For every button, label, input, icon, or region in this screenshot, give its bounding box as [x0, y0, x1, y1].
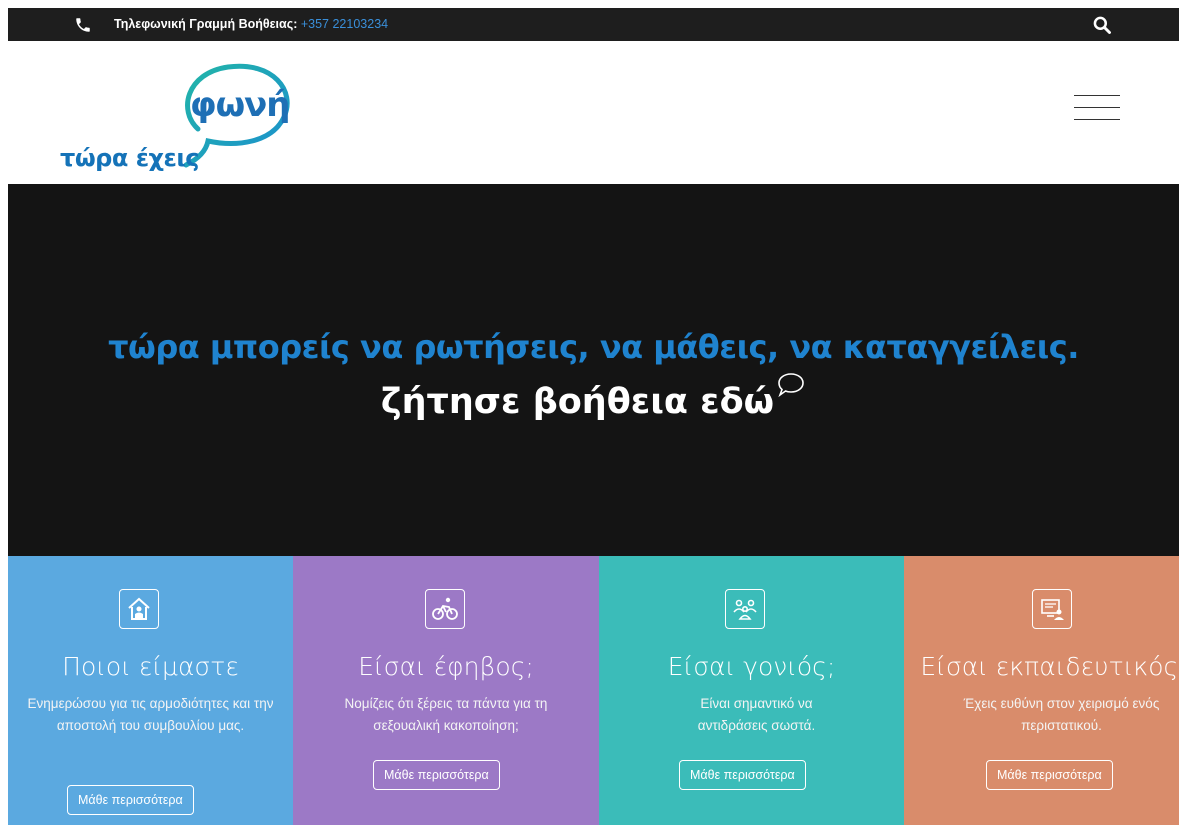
site-header: φωνή τώρα έχεις	[8, 41, 1179, 184]
hero-banner: τώρα μπορείς να ρωτήσεις, να μάθεις, να …	[8, 184, 1179, 556]
learn-more-button[interactable]: Μάθε περισσότερα	[986, 760, 1113, 790]
tile-title: Ποιοι είμαστε	[62, 652, 239, 681]
speech-bubble-icon	[778, 373, 804, 398]
helpline-label: Τηλεφωνική Γραμμή Βοήθειας:	[114, 17, 298, 31]
hero-cta[interactable]: ζήτησε βοήθεια εδώ	[8, 373, 1179, 422]
top-bar: Τηλεφωνική Γραμμή Βοήθειας: +357 2210323…	[8, 8, 1179, 41]
logo-tagline-text: τώρα έχεις	[60, 144, 199, 172]
learn-more-button[interactable]: Μάθε περισσότερα	[679, 760, 806, 790]
hero-cta-text: ζήτησε βοήθεια εδώ	[380, 382, 775, 422]
tile-description: Ενημερώσου για τις αρμοδιότητες και την …	[27, 696, 274, 733]
tile-who-we-are: Ποιοι είμαστε Ενημερώσου για τις αρμοδιό…	[8, 556, 293, 825]
tile-description: Είναι σημαντικό να αντιδράσεις σωστά.	[697, 696, 816, 733]
learn-more-button[interactable]: Μάθε περισσότερα	[67, 785, 194, 815]
hero-headline: τώρα μπορείς να ρωτήσεις, να μάθεις, να …	[108, 328, 1079, 366]
learn-more-button[interactable]: Μάθε περισσότερα	[373, 760, 500, 790]
tile-teen: Είσαι έφηβος; Νομίζεις ότι ξέρεις τα πάν…	[293, 556, 599, 825]
tile-description: Έχεις ευθύνη στον χειρισμό ενός περιστατ…	[963, 696, 1160, 733]
tile-description: Νομίζεις ότι ξέρεις τα πάντα για τη σεξο…	[344, 696, 548, 733]
hamburger-icon[interactable]	[1074, 95, 1120, 127]
helpline-text: Τηλεφωνική Γραμμή Βοήθειας: +357 2210323…	[114, 17, 388, 31]
feature-tiles: Ποιοι είμαστε Ενημερώσου για τις αρμοδιό…	[8, 556, 1187, 825]
tile-parent: Είσαι γονιός; Είναι σημαντικό να αντιδρά…	[599, 556, 904, 825]
tile-educator: Είσαι εκπαιδευτικός; Έχεις ευθύνη στον χ…	[904, 556, 1187, 825]
family-icon	[725, 589, 765, 629]
computer-user-icon	[1032, 589, 1072, 629]
site-logo[interactable]: φωνή τώρα έχεις	[58, 51, 308, 181]
logo-brand-text: φωνή	[190, 85, 291, 125]
phone-icon	[76, 18, 90, 32]
tile-title: Είσαι έφηβος;	[358, 652, 534, 681]
tile-title: Είσαι γονιός;	[667, 652, 836, 681]
house-icon	[119, 589, 159, 629]
search-icon[interactable]	[1092, 15, 1112, 35]
tile-title: Είσαι εκπαιδευτικός;	[920, 652, 1187, 681]
helpline-number-link[interactable]: +357 22103234	[297, 17, 388, 31]
cyclist-icon	[425, 589, 465, 629]
